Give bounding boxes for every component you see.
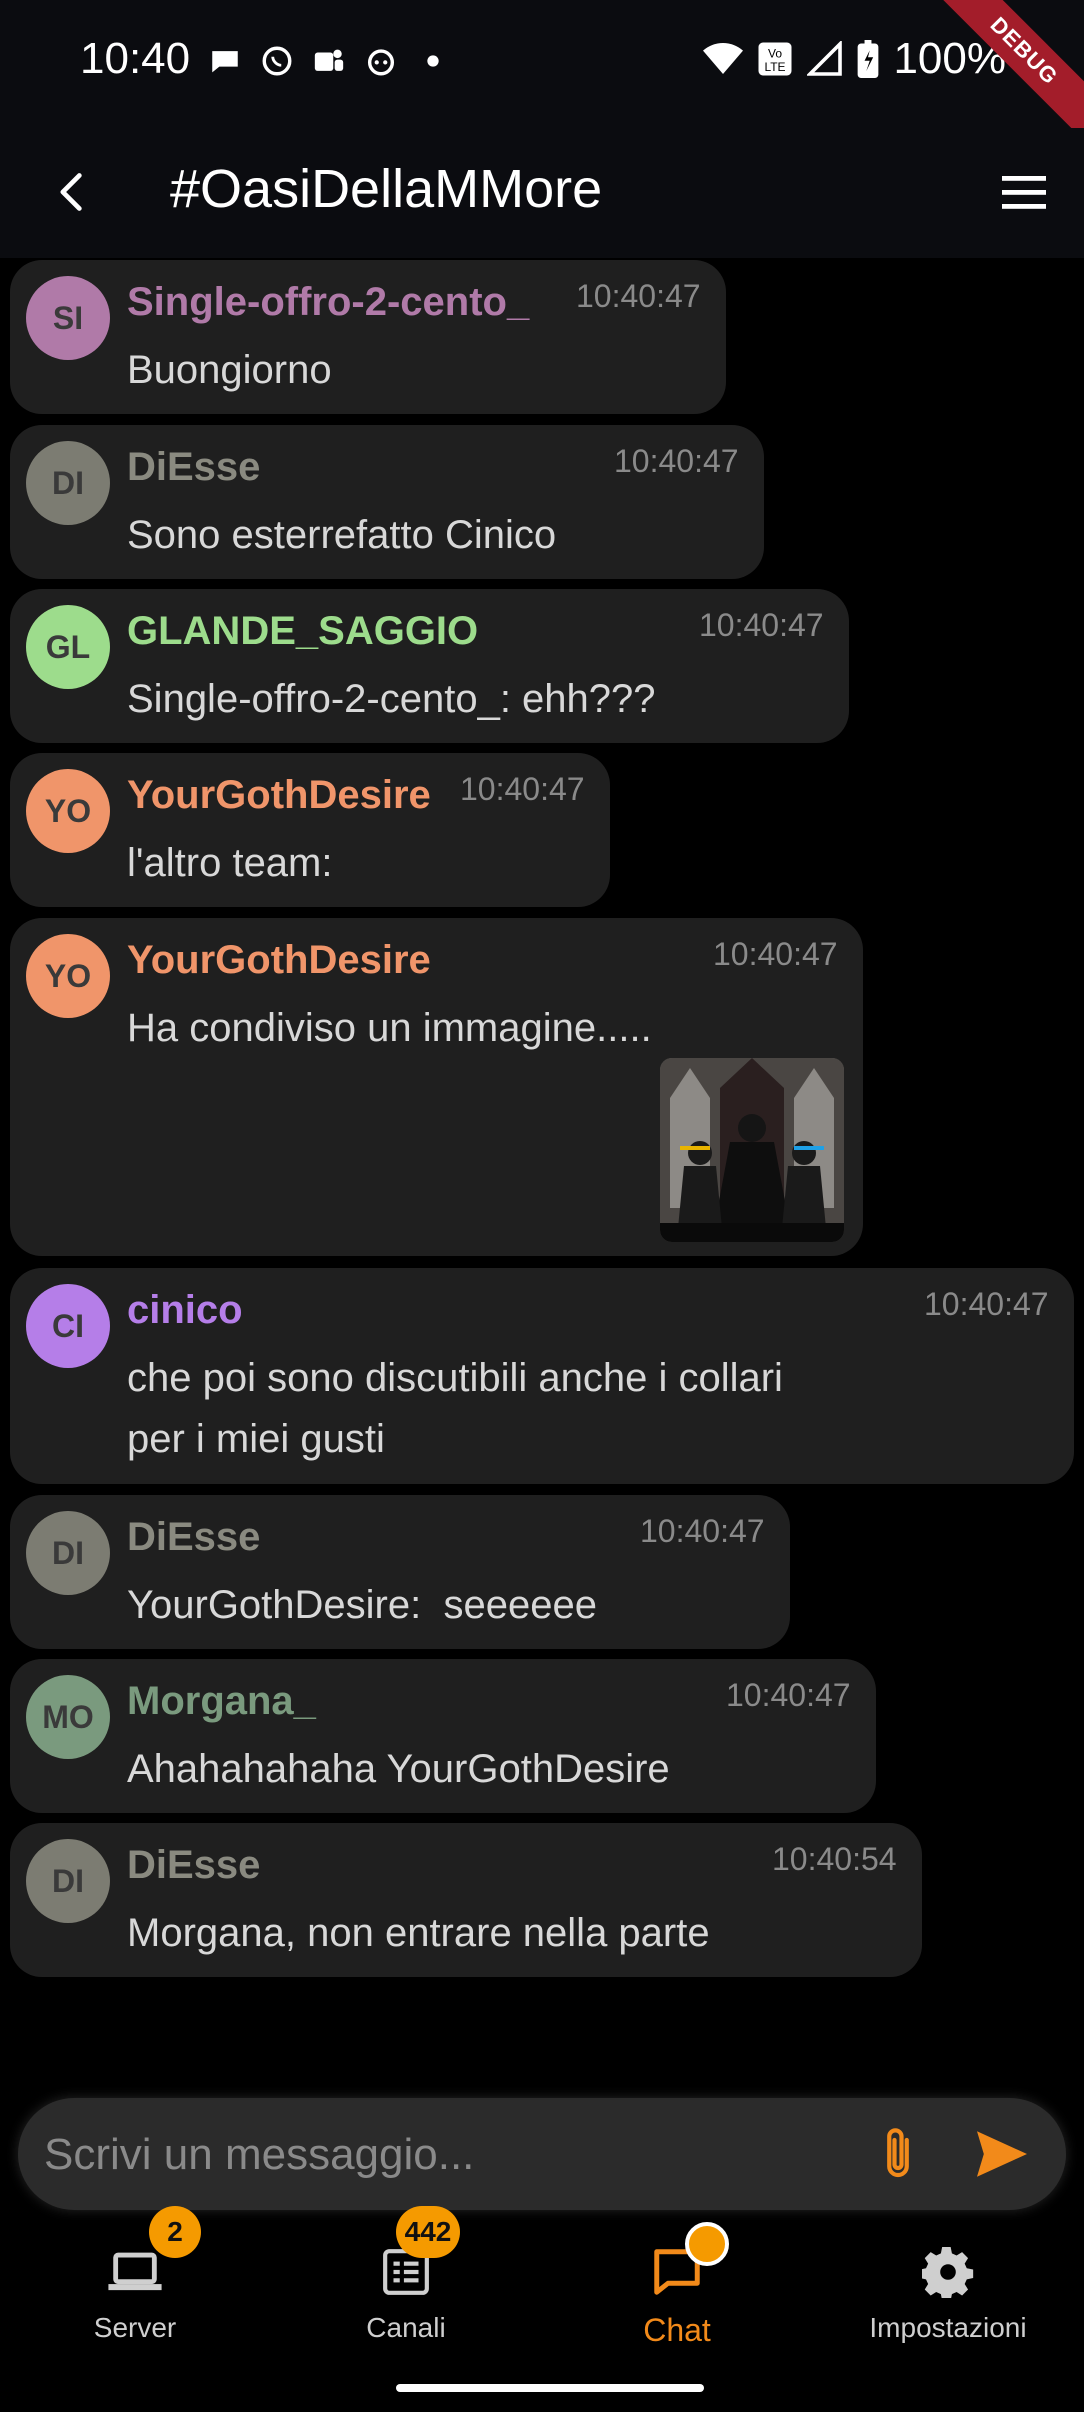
sender-name[interactable]: Single-offro-2-cento_	[127, 280, 529, 325]
nav-label: Canali	[366, 2312, 446, 2343]
send-icon	[977, 2131, 1027, 2177]
nav-label: Impostazioni	[869, 2312, 1027, 2343]
message-bubble[interactable]: SI Single-offro-2-cento_ 10:40:47 Buongi…	[10, 260, 726, 414]
message-text: Morgana, non entrare nella parte	[127, 1911, 710, 1955]
message-bubble[interactable]: DI DiEsse 10:40:54 Morgana, non entrare …	[10, 1823, 922, 1977]
attach-button[interactable]	[868, 2124, 928, 2184]
back-button[interactable]	[40, 160, 104, 224]
sender-name[interactable]: cinico	[127, 1288, 243, 1333]
dot-icon	[427, 55, 439, 67]
home-indicator[interactable]	[396, 2384, 704, 2392]
message-text-line: che poi sono discutibili anche i collari	[127, 1356, 783, 1400]
avatar[interactable]: YO	[26, 934, 110, 1018]
nav-icon-wrap	[645, 2222, 729, 2304]
message-text: l'altro team:	[127, 841, 333, 885]
message-text: Single-offro-2-cento_: ehh???	[127, 677, 656, 721]
avatar[interactable]: YO	[26, 769, 110, 853]
battery-icon	[858, 40, 879, 78]
app-bar: #OasiDellaMMore	[0, 128, 1084, 258]
avatar[interactable]: CI	[26, 1284, 110, 1368]
message-bubble[interactable]: YO YourGothDesire 10:40:47 l'altro team:	[10, 753, 610, 907]
message-text: Sono esterrefatto Cinico	[127, 513, 557, 557]
signal-icon	[807, 41, 843, 76]
sender-name[interactable]: YourGothDesire	[127, 938, 431, 983]
teams-icon	[314, 49, 344, 71]
avatar[interactable]: DI	[26, 441, 110, 525]
chat-bubble-icon	[212, 51, 238, 73]
svg-text:Vo: Vo	[768, 47, 782, 61]
nav-item-canali[interactable]: 442 Canali	[271, 2206, 541, 2350]
message-time: 10:40:47	[614, 443, 739, 479]
nav-label: Server	[93, 2312, 177, 2343]
message-time: 10:40:47	[713, 936, 838, 972]
sender-name[interactable]: DiEsse	[127, 1515, 260, 1560]
message-time: 10:40:54	[772, 1841, 897, 1877]
notification-badge: 442	[396, 2206, 460, 2258]
message-text: Ahahahahaha YourGothDesire	[127, 1747, 670, 1791]
sender-name[interactable]: DiEsse	[127, 1843, 260, 1888]
avatar[interactable]: DI	[26, 1511, 110, 1595]
message-time: 10:40:47	[460, 771, 585, 807]
nav-item-impostazioni[interactable]: Impostazioni	[813, 2220, 1083, 2350]
avatar[interactable]: GL	[26, 605, 110, 689]
laptop-icon	[108, 2252, 162, 2291]
svg-text:LTE: LTE	[765, 60, 786, 74]
hamburger-menu-icon	[1002, 176, 1046, 209]
message-composer	[18, 2098, 1066, 2212]
message-input[interactable]	[42, 2098, 846, 2212]
avatar[interactable]: DI	[26, 1839, 110, 1923]
gothic-throne-image	[660, 1058, 844, 1242]
sender-name[interactable]: GLANDE_SAGGIO	[127, 609, 478, 654]
message-text: Buongiorno	[127, 348, 332, 392]
message-bubble[interactable]: GL GLANDE_SAGGIO 10:40:47 Single-offro-2…	[10, 589, 849, 743]
message-text-line: per i miei gusti	[127, 1417, 385, 1461]
nav-label: Chat	[643, 2312, 711, 2348]
message-text: che poi sono discutibili anche i collari…	[127, 1348, 783, 1470]
message-text: Ha condiviso un immagine.....	[127, 1006, 652, 1050]
status-time: 10:40	[80, 34, 191, 83]
message-text: YourGothDesire: seeeeee	[127, 1583, 597, 1627]
shared-image-thumbnail[interactable]	[660, 1058, 844, 1242]
avatar[interactable]: SI	[26, 276, 110, 360]
whatsapp-icon	[262, 46, 292, 76]
message-time: 10:40:47	[640, 1513, 765, 1549]
message-bubble[interactable]: MO Morgana_ 10:40:47 Ahahahahaha YourGot…	[10, 1659, 876, 1813]
gear-icon	[922, 2247, 974, 2298]
send-button[interactable]	[968, 2120, 1036, 2188]
nav-icon-wrap: 442	[374, 2206, 460, 2304]
avatar[interactable]: MO	[26, 1675, 110, 1759]
message-time: 10:40:47	[726, 1677, 851, 1713]
nav-item-server[interactable]: 2 Server	[0, 2206, 270, 2350]
back-arrow-icon	[60, 173, 82, 211]
menu-button[interactable]	[992, 160, 1056, 224]
nav-icon-wrap	[916, 2240, 980, 2304]
sender-name[interactable]: Morgana_	[127, 1679, 316, 1724]
reddit-icon	[367, 49, 395, 76]
message-bubble[interactable]: CI cinico 10:40:47 che poi sono discutib…	[10, 1268, 1074, 1484]
message-time: 10:40:47	[924, 1286, 1049, 1322]
notification-badge: 2	[149, 2206, 201, 2258]
nav-icon-wrap: 2	[103, 2206, 201, 2304]
sender-name[interactable]: DiEsse	[127, 445, 260, 490]
system-icons: Vo LTE 100%	[703, 34, 1006, 84]
message-bubble[interactable]: YO YourGothDesire 10:40:47 Ha condiviso …	[10, 918, 863, 1256]
status-bar: 10:40 Vo LTE 100% DEBUG	[0, 0, 1084, 158]
wifi-icon	[703, 43, 744, 74]
sender-name[interactable]: YourGothDesire	[127, 773, 431, 818]
message-time: 10:40:47	[699, 607, 824, 643]
paperclip-icon	[887, 2128, 909, 2178]
volte-icon: VoLTE	[758, 42, 792, 76]
unread-dot	[685, 2222, 729, 2266]
notification-icons	[208, 44, 450, 78]
message-bubble[interactable]: DI DiEsse 10:40:47 YourGothDesire: seeee…	[10, 1495, 790, 1649]
message-bubble[interactable]: DI DiEsse 10:40:47 Sono esterrefatto Cin…	[10, 425, 764, 579]
nav-item-chat[interactable]: Chat	[542, 2220, 812, 2350]
message-time: 10:40:47	[576, 278, 701, 314]
channel-title: #OasiDellaMMore	[170, 159, 603, 219]
